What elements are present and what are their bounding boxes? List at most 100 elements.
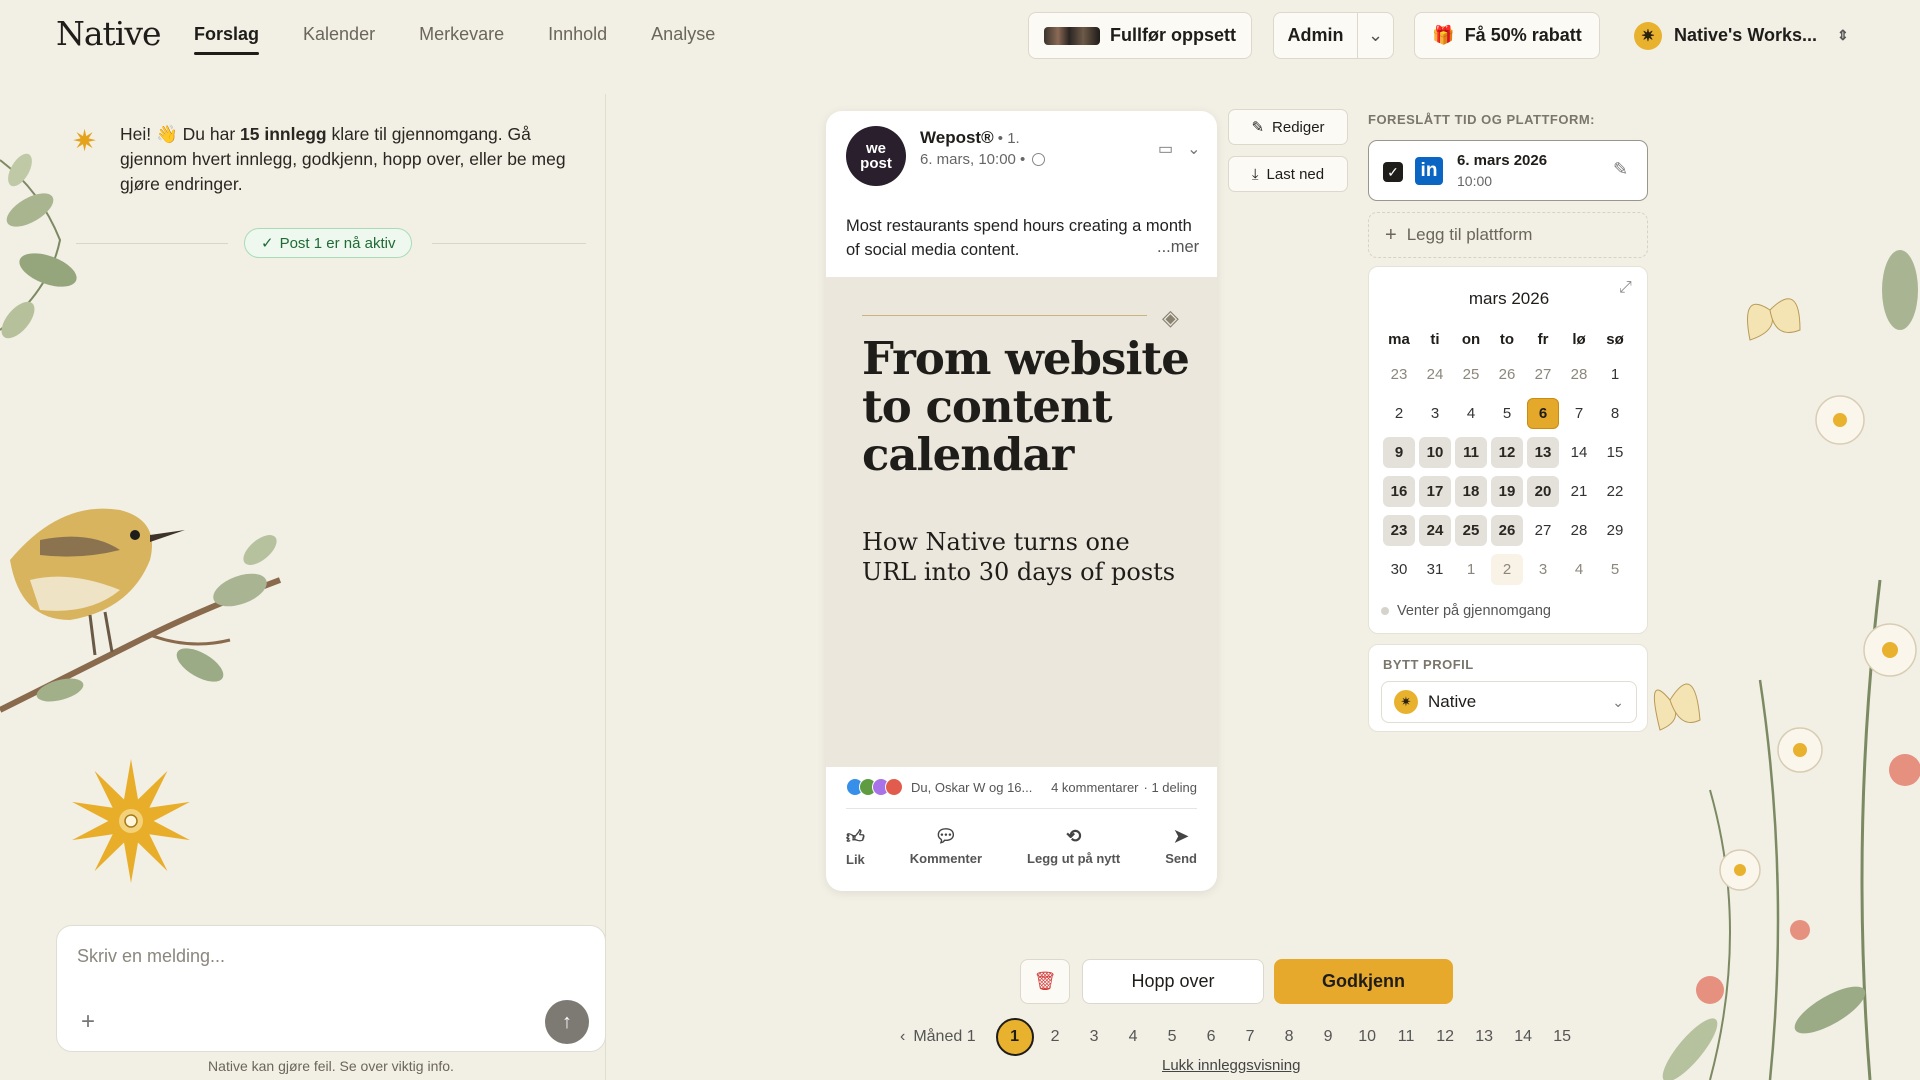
calendar-day[interactable]: 28 [1563, 515, 1595, 546]
page-4-button[interactable]: 4 [1114, 1028, 1153, 1046]
tab-analyse[interactable]: Analyse [651, 24, 715, 55]
profile-selected: Native [1428, 692, 1477, 711]
calendar-day[interactable]: 17 [1419, 476, 1451, 507]
page-1-button[interactable]: 1 [995, 1018, 1034, 1056]
page-11-button[interactable]: 11 [1387, 1028, 1426, 1046]
calendar-day[interactable]: 31 [1419, 554, 1451, 585]
page-14-button[interactable]: 14 [1504, 1028, 1543, 1046]
calendar-day[interactable]: 21 [1563, 476, 1595, 507]
calendar-day[interactable]: 3 [1527, 554, 1559, 585]
calendar-day[interactable]: 10 [1419, 437, 1451, 468]
send-button[interactable]: ➤ Send [1165, 826, 1197, 867]
calendar-day[interactable]: 25 [1455, 515, 1487, 546]
calendar-day[interactable]: 4 [1455, 398, 1487, 429]
calendar-day[interactable]: 12 [1491, 437, 1523, 468]
calendar-day[interactable]: 26 [1491, 359, 1523, 390]
admin-dropdown-button[interactable]: ⌄ [1357, 12, 1394, 59]
shares-count[interactable]: · 1 deling [1144, 780, 1197, 795]
previous-month-button[interactable]: ‹ Måned 1 [900, 1028, 976, 1046]
read-more-link[interactable]: ...mer [1151, 238, 1200, 257]
page-7-button[interactable]: 7 [1231, 1028, 1270, 1046]
calendar-day[interactable]: 1 [1599, 359, 1631, 390]
add-platform-button[interactable]: + Legg til plattform [1368, 212, 1648, 258]
page-6-button[interactable]: 6 [1192, 1028, 1231, 1046]
calendar-day[interactable]: 11 [1455, 437, 1487, 468]
calendar-day[interactable]: 5 [1491, 398, 1523, 429]
calendar-day[interactable]: 26 [1491, 515, 1523, 546]
discount-button[interactable]: 🎁 Få 50% rabatt [1414, 12, 1600, 59]
page-2-button[interactable]: 2 [1036, 1028, 1075, 1046]
comment-button[interactable]: 💬︎ Kommenter [910, 826, 982, 867]
page-15-button[interactable]: 15 [1543, 1028, 1582, 1046]
separator-right [432, 243, 586, 244]
tab-merkevare[interactable]: Merkevare [419, 24, 504, 55]
layout-icon[interactable]: ▭ [1158, 139, 1173, 159]
page-3-button[interactable]: 3 [1075, 1028, 1114, 1046]
tab-kalender[interactable]: Kalender [303, 24, 375, 55]
message-input[interactable] [77, 946, 547, 967]
workspace-switcher[interactable]: ✷ Native's Works... ⇕ [1634, 12, 1849, 59]
greeting-count: 15 innlegg [240, 124, 327, 144]
calendar-day[interactable]: 19 [1491, 476, 1523, 507]
like-button[interactable]: 👍︎ Lik [846, 826, 865, 867]
page-9-button[interactable]: 9 [1309, 1028, 1348, 1046]
reactions-row: Du, Oskar W og 16... 4 kommentarer · 1 d… [846, 778, 1197, 796]
page-12-button[interactable]: 12 [1426, 1028, 1465, 1046]
calendar-day[interactable]: 5 [1599, 554, 1631, 585]
active-post-pill: ✓ Post 1 er nå aktiv [244, 228, 413, 258]
calendar-day[interactable]: 20 [1527, 476, 1559, 507]
calendar-day[interactable]: 27 [1527, 515, 1559, 546]
calendar-day[interactable]: 23 [1383, 515, 1415, 546]
tab-forslag[interactable]: Forslag [194, 24, 260, 55]
page-10-button[interactable]: 10 [1348, 1028, 1387, 1046]
edit-button[interactable]: ✎ Rediger [1228, 109, 1348, 145]
close-post-view-link[interactable]: Lukk innleggsvisning [1162, 1057, 1300, 1074]
calendar-day[interactable]: 28 [1563, 359, 1595, 390]
page-8-button[interactable]: 8 [1270, 1028, 1309, 1046]
calendar-day[interactable]: 24 [1419, 515, 1451, 546]
pencil-icon[interactable]: ✎ [1613, 159, 1628, 180]
platform-checkbox[interactable]: ✓ [1383, 162, 1403, 182]
page-5-button[interactable]: 5 [1153, 1028, 1192, 1046]
calendar-day[interactable]: 27 [1527, 359, 1559, 390]
download-button[interactable]: ⤓ Last ned [1228, 156, 1348, 192]
calendar-day[interactable]: 7 [1563, 398, 1595, 429]
calendar-day[interactable]: 25 [1455, 359, 1487, 390]
tab-innhold[interactable]: Innhold [548, 24, 607, 55]
comments-count[interactable]: 4 kommentarer [1051, 780, 1138, 795]
calendar-day[interactable]: 16 [1383, 476, 1415, 507]
calendar-day[interactable]: 6 [1527, 398, 1559, 429]
calendar-day[interactable]: 30 [1383, 554, 1415, 585]
reactions-text[interactable]: Du, Oskar W og 16... [911, 780, 1032, 795]
weekday-header: ma [1388, 331, 1410, 348]
complete-setup-button[interactable]: Fullfør oppsett [1028, 12, 1252, 59]
calendar-day[interactable]: 22 [1599, 476, 1631, 507]
admin-button[interactable]: Admin [1273, 12, 1358, 59]
calendar-day[interactable]: 8 [1599, 398, 1631, 429]
app-logo[interactable]: Native [56, 14, 162, 53]
calendar-day[interactable]: 18 [1455, 476, 1487, 507]
calendar-day[interactable]: 2 [1491, 554, 1523, 585]
calendar-day[interactable]: 2 [1383, 398, 1415, 429]
calendar-day[interactable]: 9 [1383, 437, 1415, 468]
calendar-day[interactable]: 13 [1527, 437, 1559, 468]
send-message-button[interactable]: ↑ [545, 1000, 589, 1044]
chevron-down-icon[interactable]: ⌄ [1187, 139, 1200, 159]
skip-button[interactable]: Hopp over [1082, 959, 1264, 1004]
repost-button[interactable]: ⟲ Legg ut på nytt [1027, 826, 1120, 867]
calendar-day[interactable]: 23 [1383, 359, 1415, 390]
calendar-day[interactable]: 15 [1599, 437, 1631, 468]
approve-button[interactable]: Godkjenn [1274, 959, 1453, 1004]
calendar-day[interactable]: 14 [1563, 437, 1595, 468]
calendar-day[interactable]: 29 [1599, 515, 1631, 546]
calendar-day[interactable]: 1 [1455, 554, 1487, 585]
delete-button[interactable]: 🗑︎ [1020, 959, 1070, 1004]
calendar-day[interactable]: 3 [1419, 398, 1451, 429]
plus-icon[interactable]: + [81, 1008, 95, 1036]
calendar-day[interactable]: 24 [1419, 359, 1451, 390]
profile-select[interactable]: ✷ Native ⌄ [1381, 681, 1637, 723]
platform-schedule-card[interactable]: ✓ in 6. mars 2026 10:00 ✎ [1368, 140, 1648, 201]
page-13-button[interactable]: 13 [1465, 1028, 1504, 1046]
expand-icon[interactable]: ⤢ [1619, 279, 1632, 297]
calendar-day[interactable]: 4 [1563, 554, 1595, 585]
